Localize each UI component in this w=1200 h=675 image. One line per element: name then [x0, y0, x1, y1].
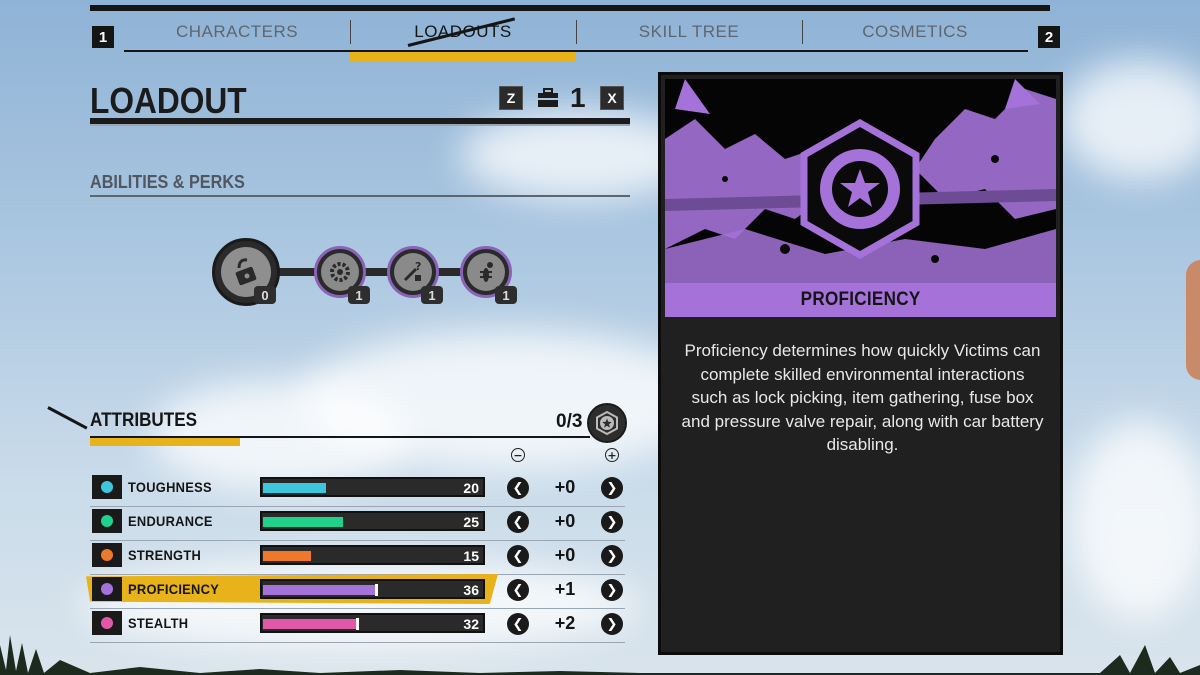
attribute-modifier: +0	[554, 511, 576, 531]
page-title: LOADOUT	[90, 80, 247, 121]
row-divider	[90, 642, 625, 643]
increase-button[interactable]: ❯	[601, 477, 623, 499]
background-cloud	[1070, 420, 1200, 620]
detail-title-band: PROFICIENCY	[665, 283, 1056, 317]
increase-button[interactable]: ❯	[601, 545, 623, 567]
star-hexagon-icon	[800, 119, 920, 259]
attribute-row-proficiency[interactable]: PROFICIENCY 36 ❮ +1 ❯	[86, 574, 625, 609]
tab-cosmetics[interactable]: COSMETICS	[802, 18, 1028, 50]
lockpick-ability-icon	[235, 258, 257, 286]
attribute-color-icon	[92, 577, 122, 601]
tab-next-key[interactable]: 2	[1038, 26, 1060, 48]
briefcase-icon	[538, 88, 558, 107]
attribute-modifier: +2	[554, 613, 576, 633]
attribute-color-icon	[92, 611, 122, 635]
active-tab-indicator	[350, 52, 576, 61]
increase-button[interactable]: ❯	[601, 579, 623, 601]
attribute-modifier: +1	[554, 579, 576, 599]
attribute-bar-fill	[263, 483, 326, 493]
attribute-value: 15	[463, 548, 479, 564]
attribute-bar-fill	[263, 619, 356, 629]
attribute-bar: 15	[260, 545, 485, 565]
decrease-button[interactable]: ❮	[507, 579, 529, 601]
attribute-label: STRENGTH	[128, 547, 202, 563]
perk-count-badge: 1	[421, 286, 443, 304]
perk-count-badge: 1	[348, 286, 370, 304]
tab-skill-tree[interactable]: SKILL TREE	[576, 18, 802, 50]
attribute-bar-fill	[263, 517, 343, 527]
increase-button[interactable]: ❯	[601, 511, 623, 533]
attribute-bar: 20	[260, 477, 485, 497]
gear-perk-icon	[330, 262, 350, 282]
attribute-detail-card: PROFICIENCY Proficiency determines how q…	[658, 72, 1063, 655]
attributes-highlight	[90, 438, 240, 446]
attribute-bar: 36	[260, 579, 485, 599]
attribute-label: STEALTH	[128, 615, 189, 631]
edge-character-figure	[1186, 260, 1200, 380]
decrease-button[interactable]: ❮	[507, 477, 529, 499]
decrease-button[interactable]: ❮	[507, 545, 529, 567]
abilities-perks-heading: ABILITIES & PERKS	[90, 172, 245, 192]
ability-count-badge: 0	[254, 286, 276, 304]
perk-connector	[278, 268, 318, 276]
attribute-color-icon	[92, 543, 122, 567]
star-badge-icon	[596, 410, 618, 436]
background-cloud	[1060, 60, 1200, 180]
attribute-bar-marker	[356, 618, 359, 630]
svg-text:?: ?	[415, 260, 421, 273]
attribute-row-stealth[interactable]: STEALTH 32 ❮ +2 ❯	[90, 609, 625, 643]
attribute-points-medal	[587, 403, 627, 443]
decrease-button[interactable]: ❮	[507, 613, 529, 635]
attribute-bar: 32	[260, 613, 485, 633]
attributes-heading: ATTRIBUTES	[90, 410, 198, 431]
tool-question-perk-icon: ?	[403, 260, 421, 282]
tab-characters[interactable]: CHARACTERS	[124, 18, 350, 50]
attribute-bar-marker	[375, 584, 378, 596]
attribute-value: 36	[463, 582, 479, 598]
abilities-divider	[90, 195, 630, 197]
perk-connector	[436, 268, 462, 276]
brush-stroke-decoration	[47, 406, 88, 430]
loadout-number: 1	[570, 82, 586, 113]
attribute-color-icon	[92, 475, 122, 499]
title-divider-shadow	[90, 124, 630, 126]
plus-circle-icon: +	[605, 448, 619, 462]
attribute-modifier: +0	[554, 545, 576, 565]
attribute-value: 32	[463, 616, 479, 632]
attribute-row-strength[interactable]: STRENGTH 15 ❮ +0 ❯	[90, 541, 625, 575]
tab-bar: CHARACTERS LOADOUTS SKILL TREE COSMETICS	[124, 18, 1028, 52]
attribute-row-toughness[interactable]: TOUGHNESS 20 ❮ +0 ❯	[90, 473, 625, 507]
bug-perk-icon	[480, 262, 493, 282]
attribute-label: PROFICIENCY	[128, 581, 220, 597]
perk-count-badge: 1	[495, 286, 517, 304]
increase-button[interactable]: ❯	[601, 613, 623, 635]
detail-artwork	[665, 79, 1056, 287]
attribute-label: TOUGHNESS	[128, 479, 212, 495]
attribute-value: 25	[463, 514, 479, 530]
tab-prev-key[interactable]: 1	[92, 26, 114, 48]
attribute-color-icon	[92, 509, 122, 533]
detail-title: PROFICIENCY	[800, 289, 921, 310]
attribute-row-endurance[interactable]: ENDURANCE 25 ❮ +0 ❯	[90, 507, 625, 541]
attribute-points-counter: 0/3	[556, 411, 583, 432]
attribute-value: 20	[463, 480, 479, 496]
decrease-button[interactable]: ❮	[507, 511, 529, 533]
attribute-bar-fill	[263, 585, 375, 595]
top-bar-line	[90, 5, 1050, 11]
prev-loadout-key[interactable]: Z	[499, 86, 523, 110]
tab-loadouts[interactable]: LOADOUTS	[350, 18, 576, 50]
attribute-label: ENDURANCE	[128, 513, 213, 529]
attribute-bar: 25	[260, 511, 485, 531]
minus-circle-icon: −	[511, 448, 525, 462]
attribute-modifier: +0	[554, 477, 576, 497]
next-loadout-key[interactable]: X	[600, 86, 624, 110]
detail-description: Proficiency determines how quickly Victi…	[681, 341, 1044, 454]
attribute-bar-fill	[263, 551, 311, 561]
